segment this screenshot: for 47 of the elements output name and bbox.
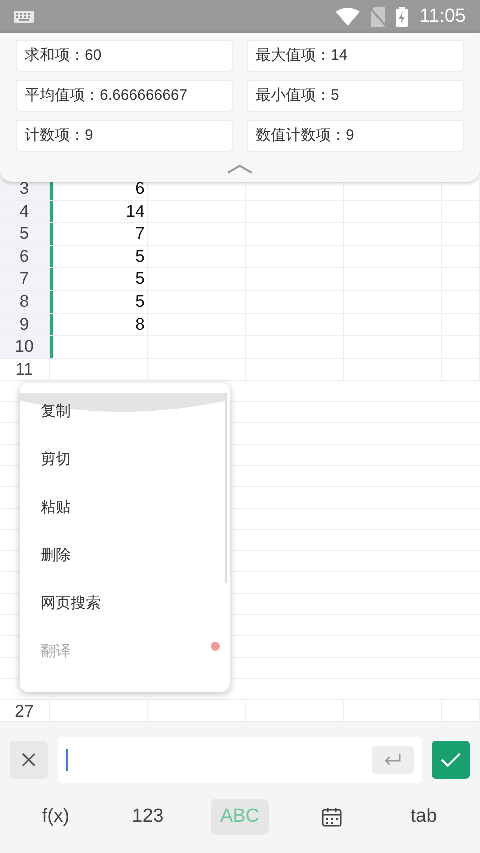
row-number: 10 [0, 336, 50, 358]
row-number: 27 [0, 700, 50, 721]
formula-input[interactable] [58, 737, 422, 783]
menu-item[interactable]: 剪切 [20, 447, 191, 495]
summary-item: 求和项：60 [16, 40, 233, 72]
table-cell: 14 [50, 200, 148, 222]
battery-icon [396, 6, 408, 26]
keyboard-tab[interactable]: 123 [119, 799, 177, 835]
menu-item: 翻译 [40, 642, 72, 662]
confirm-button[interactable] [432, 741, 470, 779]
summary-item: 最大值项：14 [247, 40, 464, 72]
table-cell: 6 [50, 178, 148, 200]
table-cell: 5 [50, 246, 148, 268]
table-cell: 8 [50, 314, 148, 336]
row-number: 7 [0, 268, 50, 290]
keyboard-tab[interactable]: tab [395, 799, 453, 835]
keyboard-tab[interactable]: f(x) [27, 799, 85, 835]
chevron-up-icon[interactable] [227, 164, 253, 174]
table-cell: 7 [50, 223, 148, 245]
row-number: 11 [0, 358, 50, 380]
return-icon [384, 754, 402, 766]
menu-item[interactable]: 粘贴 [20, 495, 191, 543]
summary-item: 最小值项：5 [247, 80, 464, 112]
clock: 11:05 [420, 6, 466, 28]
close-icon [22, 753, 36, 767]
row-number: 6 [0, 246, 50, 268]
summary-item: 平均值项：6.666666667 [16, 80, 233, 112]
menu-item[interactable]: 复制 [20, 399, 191, 447]
summary-item: 数值计数项：9 [247, 120, 464, 152]
check-icon [441, 752, 461, 768]
keyboard-icon [14, 10, 34, 22]
row-number: 8 [0, 290, 50, 313]
notification-dot [211, 642, 220, 651]
wifi-icon [336, 8, 360, 26]
menu-item[interactable]: 删除 [20, 543, 191, 591]
summary-item: 计数项：9 [16, 120, 233, 152]
row-number: 9 [0, 314, 50, 336]
text-cursor [66, 749, 68, 771]
table-cell: 5 [50, 290, 148, 313]
calendar-icon [322, 807, 342, 827]
cancel-button[interactable] [10, 741, 48, 779]
no-sim-icon [370, 6, 386, 26]
enter-key[interactable] [372, 746, 414, 774]
table-cell: 5 [50, 268, 148, 290]
menu-item[interactable]: 网页搜索 [20, 591, 191, 639]
row-number: 4 [0, 200, 50, 222]
row-number: 5 [0, 223, 50, 245]
